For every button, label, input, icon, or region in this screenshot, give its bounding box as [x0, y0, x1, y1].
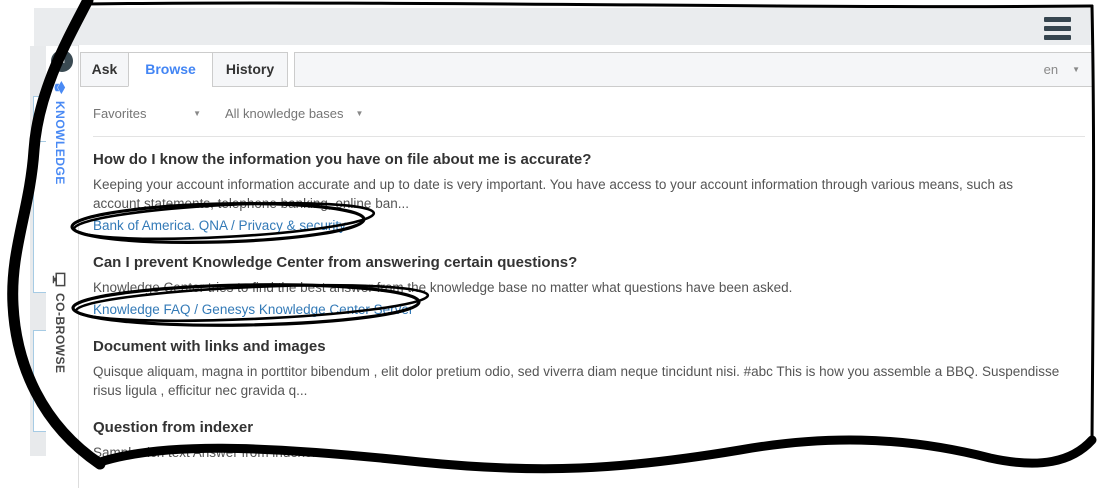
sidebar-item-label: KNOWLEDGE	[53, 101, 67, 185]
sidebar-item-knowledge[interactable]: KNOWLEDGE	[49, 80, 71, 190]
sidebar-item-cobrowse[interactable]: CO-BROWSE	[49, 272, 71, 392]
knowledge-bases-dropdown[interactable]: All knowledge bases ▼	[225, 106, 363, 121]
result-snippet: Keeping your account information accurat…	[93, 175, 1061, 213]
filter-row: Favorites ▼ All knowledge bases ▼	[93, 106, 363, 121]
favorites-label: Favorites	[93, 106, 146, 121]
tab-browse[interactable]: Browse	[128, 52, 213, 87]
top-bar	[34, 8, 1093, 47]
background-widget	[33, 141, 47, 293]
result-title[interactable]: Question from indexer	[93, 419, 1061, 436]
divider	[93, 136, 1085, 137]
favorites-dropdown[interactable]: Favorites ▼	[93, 106, 201, 121]
result-item: How do I know the information you have o…	[93, 151, 1061, 235]
tab-strip: en ▼	[294, 52, 1093, 87]
knowledge-bases-label: All knowledge bases	[225, 106, 344, 121]
result-title[interactable]: Can I prevent Knowledge Center from answ…	[93, 254, 1061, 271]
chevron-down-icon: ▼	[1072, 65, 1080, 74]
tab-history[interactable]: History	[212, 52, 288, 87]
hamburger-bar	[1044, 17, 1071, 22]
result-title[interactable]: Document with links and images	[93, 338, 1061, 355]
result-title[interactable]: How do I know the information you have o…	[93, 151, 1061, 168]
sketch-border-top	[86, 3, 1092, 7]
language-selector[interactable]: en ▼	[1044, 53, 1080, 86]
tab-ask[interactable]: Ask	[80, 52, 129, 87]
graduation-cap-icon	[53, 80, 68, 95]
sidebar-item-label: CO-BROWSE	[53, 293, 67, 374]
result-snippet: Knowledge Center tries to find the best …	[93, 278, 1061, 297]
chevron-down-icon: ▼	[356, 109, 364, 118]
hamburger-bar	[1044, 35, 1071, 40]
result-item: Question from indexer Sample rich text A…	[93, 419, 1061, 462]
result-snippet: Sample rich text Answer from indexer	[93, 443, 1061, 462]
collapse-button[interactable]: ◄	[51, 50, 73, 72]
monitor-icon	[53, 272, 68, 287]
result-snippet: Quisque aliquam, magna in porttitor bibe…	[93, 362, 1061, 400]
language-value: en	[1044, 62, 1058, 77]
hamburger-bar	[1044, 26, 1071, 31]
result-item: Can I prevent Knowledge Center from answ…	[93, 254, 1061, 319]
background-widget	[33, 330, 47, 432]
background-widget	[33, 96, 47, 142]
results-list: How do I know the information you have o…	[93, 151, 1061, 481]
result-source-link[interactable]: Knowledge FAQ / Genesys Knowledge Center…	[93, 302, 413, 317]
result-item: Document with links and images Quisque a…	[93, 338, 1061, 400]
chevron-down-icon: ▼	[193, 109, 201, 118]
result-source-link[interactable]: Bank of America. QNA / Privacy & securit…	[93, 218, 346, 233]
hamburger-menu-icon[interactable]	[1044, 13, 1071, 44]
